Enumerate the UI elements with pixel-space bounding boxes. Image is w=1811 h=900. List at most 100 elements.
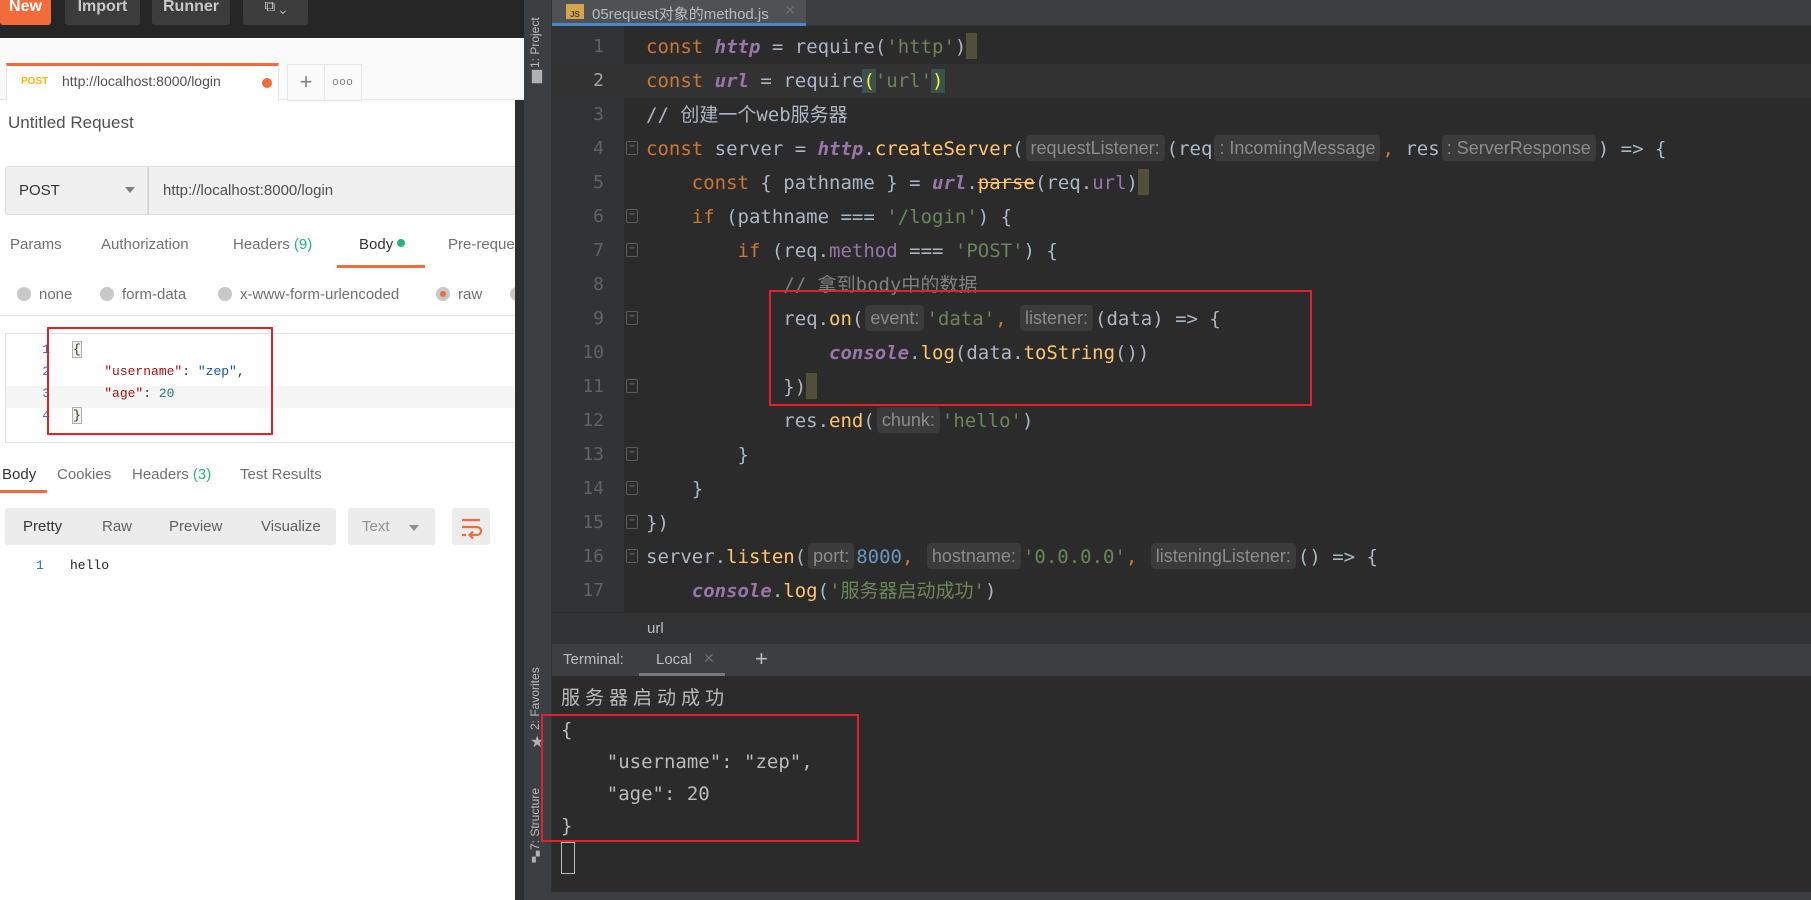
response-tab-headers[interactable]: Headers (3) (132, 466, 211, 483)
url-input[interactable]: http://localhost:8000/login (148, 166, 524, 215)
response-tab-cookies[interactable]: Cookies (57, 466, 111, 483)
new-window-button[interactable]: ⧉ ⌄ (243, 0, 308, 25)
view-visualize-button[interactable]: Visualize (261, 518, 321, 535)
args: (data. (954, 342, 1024, 364)
request-tab-bar: POST http://localhost:8000/login + ooo (0, 38, 524, 101)
code-text: const { pathname } = url.parse(req.url) (646, 166, 1149, 200)
response-format-select[interactable]: Text (348, 508, 435, 545)
radio-form-data[interactable]: form-data (100, 286, 186, 303)
arrow-tail: () => { (1297, 546, 1378, 568)
method-select[interactable]: POST (5, 166, 148, 215)
request-title[interactable]: Untitled Request (8, 113, 134, 133)
favorites-tool-button[interactable]: 2: Favorites (528, 655, 542, 730)
keyword: const (646, 36, 704, 58)
paren: ) (954, 36, 967, 58)
code-text: console.log('服务器启动成功') (646, 574, 997, 608)
response-headers-label: Headers (132, 466, 189, 483)
fold-icon[interactable]: − (626, 379, 638, 393)
terminal-output[interactable]: 服务器启动成功 { "username": "zep", "age": 20 } (552, 676, 1811, 892)
code-line: 6 − if (pathname === '/login') { (552, 200, 1811, 234)
response-tab-body[interactable]: Body (2, 466, 36, 483)
close-icon[interactable]: ✕ (703, 650, 715, 667)
variable: http (714, 36, 761, 58)
response-tab-test-results[interactable]: Test Results (240, 466, 322, 483)
request-tab[interactable]: POST http://localhost:8000/login (6, 63, 279, 101)
code-editor[interactable]: 1 const http = require('http') 2 const u… (552, 26, 1811, 612)
code-line: 17 console.log('服务器启动成功') (552, 574, 1811, 608)
dot: . (909, 342, 921, 364)
fold-icon[interactable]: − (626, 515, 638, 529)
line-number: 1 (593, 36, 604, 57)
variable: url (932, 172, 967, 194)
view-pretty-button[interactable]: Pretty (23, 518, 62, 535)
tab-pre-request[interactable]: Pre-reques (448, 236, 522, 253)
line-number: 10 (582, 342, 604, 363)
line-number: 3 (42, 386, 50, 401)
fold-icon[interactable]: − (626, 549, 638, 563)
view-raw-button[interactable]: Raw (102, 518, 132, 535)
paren: ( (817, 580, 830, 602)
fold-icon[interactable]: − (626, 447, 638, 461)
fold-icon[interactable]: − (626, 209, 638, 223)
closing: } (691, 478, 704, 500)
line-number: 13 (582, 444, 604, 465)
parameter-hint: port: (808, 543, 855, 569)
editor-line: 3 "age": 20 (6, 386, 524, 408)
tool-window-strip: 1: Project ▇ 2: Favorites ★ 7: Structure… (524, 0, 552, 900)
structure-tool-button[interactable]: 7: Structure (528, 775, 542, 850)
variable: url (714, 70, 749, 92)
fold-icon[interactable]: − (626, 311, 638, 325)
terminal-cursor (561, 842, 575, 874)
string: 'http' (886, 36, 955, 58)
variable: http (817, 138, 864, 160)
brace: ) { (977, 206, 1013, 228)
object: server. (646, 546, 727, 568)
terminal-line: 服务器启动成功 (561, 687, 730, 709)
view-mode-group: Pretty Raw Preview Visualize (5, 508, 336, 545)
runner-button[interactable]: Runner (152, 0, 230, 25)
paren: ) (984, 580, 997, 602)
parameter-hint: requestListener: (1025, 135, 1165, 161)
more-tabs-button[interactable]: ooo (324, 64, 362, 101)
code-line: 10 console.log(data.toString()) (552, 336, 1811, 370)
type-hint: : ServerResponse (1441, 135, 1596, 161)
tab-headers[interactable]: Headers (9) (233, 236, 312, 253)
request-body-editor[interactable]: 1 { 2 "username": "zep", 3 "age": 20 4 } (5, 333, 524, 443)
fold-icon[interactable]: − (626, 481, 638, 495)
wrap-lines-button[interactable] (452, 508, 490, 545)
function-name: require (794, 36, 875, 58)
new-terminal-button[interactable]: + (755, 646, 768, 672)
condition: (req. (760, 240, 830, 262)
code-line: 12 res.end(chunk:'hello') (552, 404, 1811, 438)
tab-authorization[interactable]: Authorization (101, 236, 189, 253)
method-select-value: POST (19, 182, 60, 199)
line-number: 2 (42, 364, 50, 379)
radio-x-www-form-urlencoded[interactable]: x-www-form-urlencoded (218, 286, 399, 303)
paren: ( (851, 308, 864, 330)
chevron-down-icon (125, 187, 135, 193)
add-tab-button[interactable]: + (287, 64, 325, 101)
fold-icon[interactable]: − (626, 243, 638, 257)
radio-raw[interactable]: raw (436, 286, 482, 303)
terminal-tab-local[interactable]: Local ✕ (639, 644, 725, 676)
paren: ) (1021, 410, 1034, 432)
keyword: const (691, 172, 749, 194)
import-button[interactable]: Import (65, 0, 140, 25)
keyword: if (691, 206, 715, 228)
breadcrumb-item[interactable]: url (647, 620, 664, 637)
new-window-icon: ⧉ ⌄ (264, 0, 287, 15)
terminal-tab-name: Local (656, 651, 692, 668)
response-nav: Body Cookies Headers (3) Test Results (0, 464, 524, 498)
radio-label: raw (458, 286, 483, 303)
view-preview-button[interactable]: Preview (169, 518, 222, 535)
radio-none[interactable]: none (17, 286, 72, 303)
project-tool-button[interactable]: 1: Project (528, 6, 542, 68)
tab-params[interactable]: Params (10, 236, 62, 253)
code-line: 14 − } (552, 472, 1811, 506)
tab-body[interactable]: Body (359, 236, 406, 253)
new-button[interactable]: New (0, 0, 51, 25)
file-tab[interactable]: JS 05request对象的method.js ✕ (552, 0, 806, 26)
code-line-current: 2 const url = require('url') (552, 64, 1811, 98)
close-icon[interactable]: ✕ (784, 2, 796, 19)
fold-icon[interactable]: − (626, 141, 638, 155)
